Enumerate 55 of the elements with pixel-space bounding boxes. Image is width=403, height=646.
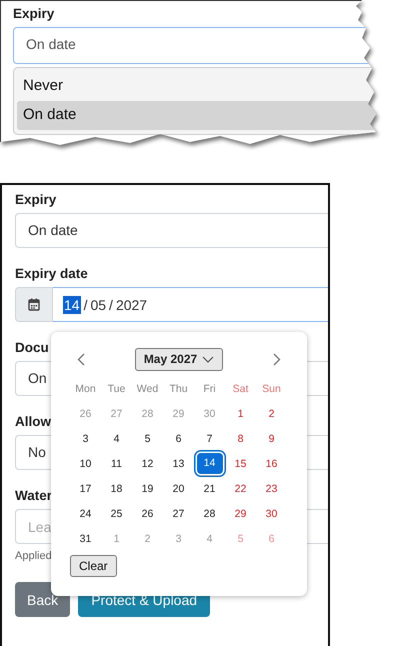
calendar-day[interactable]: 23: [264, 482, 278, 494]
calendar-day[interactable]: 31: [78, 532, 92, 544]
calendar-day[interactable]: 18: [110, 482, 124, 494]
calendar-day[interactable]: 24: [78, 508, 92, 520]
calendar-day[interactable]: 26: [140, 508, 154, 520]
calendar-icon: [28, 298, 40, 311]
calendar-day[interactable]: 1: [234, 408, 248, 420]
calendar-day[interactable]: 10: [78, 458, 92, 470]
month-select[interactable]: May 2027: [134, 348, 224, 370]
weekday-label: Mon: [74, 382, 97, 397]
calendar-day[interactable]: 17: [78, 482, 92, 494]
weekday-label: Fri: [202, 382, 217, 397]
calendar-day[interactable]: 12: [140, 458, 154, 470]
calendar-day[interactable]: 9: [264, 432, 278, 444]
weekday-label: Sun: [261, 382, 282, 397]
calendar-day[interactable]: 6: [172, 432, 186, 444]
calendar-day[interactable]: 29: [234, 508, 248, 520]
calendar-day[interactable]: 20: [172, 482, 186, 494]
calendar-day[interactable]: 2: [264, 408, 278, 420]
field-label: Docu: [15, 340, 49, 355]
field-label: Expiry: [13, 6, 54, 21]
field-label: Expiry date: [15, 266, 88, 281]
calendar-day[interactable]: 5: [140, 432, 154, 444]
weekday-label: Sat: [232, 382, 250, 397]
calendar-day[interactable]: 19: [140, 482, 154, 494]
chevron-right-icon[interactable]: [273, 352, 281, 366]
field-label: Expiry: [15, 192, 56, 207]
date-input[interactable]: 14 / 05 / 2027: [53, 287, 328, 322]
weekday-label: Thu: [168, 382, 189, 397]
calendar-day[interactable]: 11: [110, 458, 124, 470]
calendar-day[interactable]: 4: [110, 432, 124, 444]
weekday-label: Tue: [106, 382, 126, 397]
calendar-icon-addon[interactable]: [15, 287, 53, 322]
calendar-day[interactable]: 13: [172, 458, 186, 470]
calendar-day[interactable]: 30: [264, 508, 278, 520]
calendar-day[interactable]: 27: [172, 508, 186, 520]
clear-button[interactable]: Clear: [70, 555, 117, 577]
field-label: Water: [15, 488, 52, 503]
calendar-day[interactable]: 3: [78, 432, 92, 444]
calendar-day[interactable]: 21: [202, 482, 216, 494]
calendar-day[interactable]: 14: [196, 453, 222, 474]
calendar-day[interactable]: 7: [202, 432, 216, 444]
weekday-label: Wed: [136, 382, 160, 397]
help-text: Applied: [15, 550, 52, 562]
calendar-day[interactable]: 15: [234, 458, 248, 470]
select-field[interactable]: On date: [15, 213, 328, 248]
field-label: Allow: [15, 414, 51, 429]
dropdown-option[interactable]: Never: [17, 72, 389, 101]
calendar-day[interactable]: 28: [202, 508, 216, 520]
calendar-day[interactable]: 25: [110, 508, 124, 520]
chevron-down-icon: [202, 356, 214, 362]
calendar-day[interactable]: 22: [234, 482, 248, 494]
chevron-left-icon[interactable]: [77, 352, 85, 366]
calendar-day[interactable]: 8: [234, 432, 248, 444]
calendar-day[interactable]: 16: [264, 458, 278, 470]
